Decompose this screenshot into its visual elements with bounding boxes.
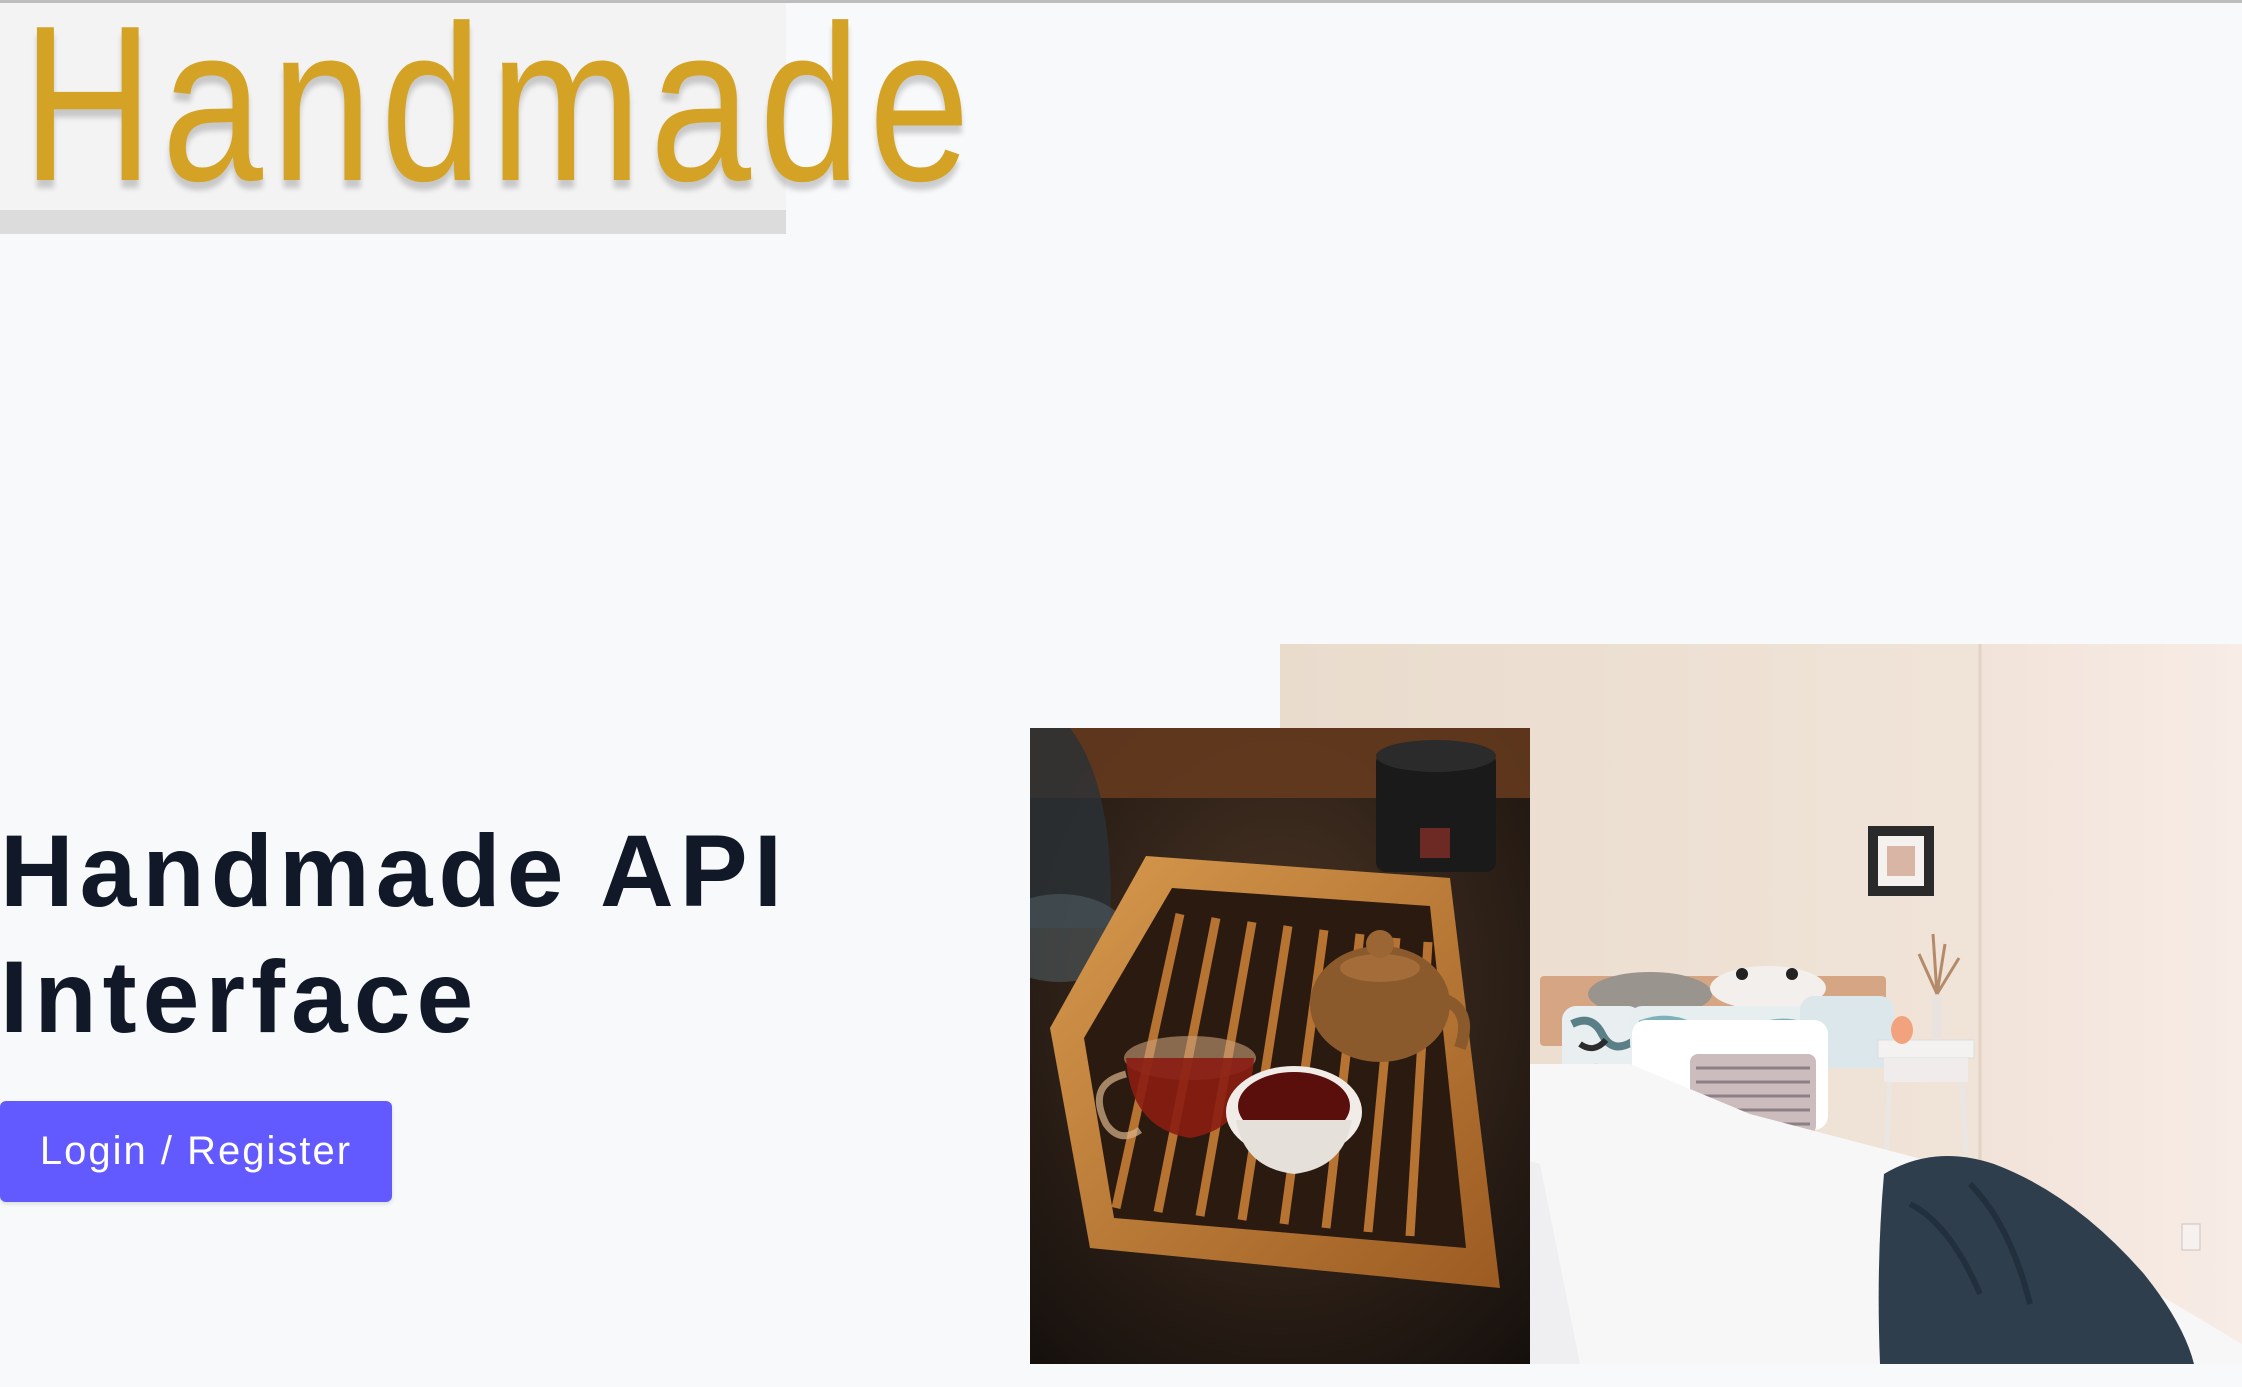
login-register-button[interactable]: Login / Register <box>0 1101 392 1202</box>
hero-title-line-2: Interface <box>0 940 480 1054</box>
hero-title-line-1: Handmade API <box>0 814 789 928</box>
logo-band <box>0 210 786 234</box>
tea-tray-image <box>1030 728 1530 1364</box>
tea-illustration <box>1030 728 1530 1364</box>
logo-text: Handmade <box>22 0 979 228</box>
logo[interactable]: Handmade <box>0 0 970 234</box>
hero-title: Handmade API Interface <box>0 808 900 1060</box>
